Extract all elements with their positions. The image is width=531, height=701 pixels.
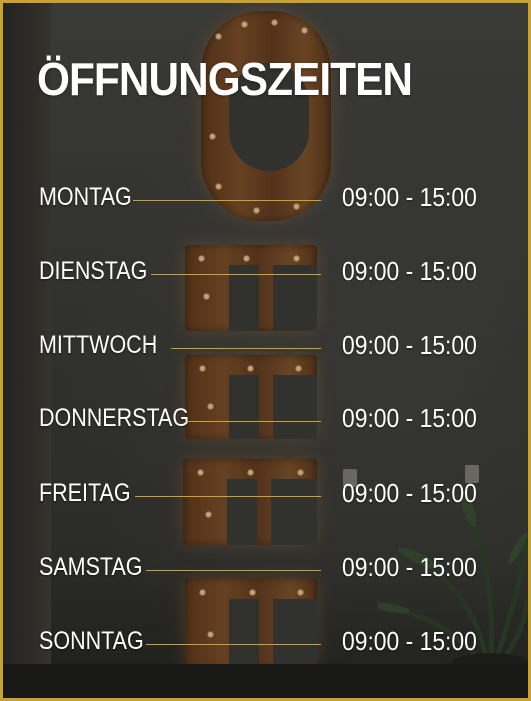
hours-value: 09:00 - 15:00 (342, 552, 477, 582)
leader-line (151, 274, 321, 275)
leader-line (146, 644, 321, 645)
hours-value: 09:00 - 15:00 (342, 403, 477, 433)
leader-line (135, 496, 321, 497)
schedule-row-tuesday: DIENSTAG 09:00 - 15:00 (3, 253, 528, 289)
schedule-row-sunday: SONNTAG 09:00 - 15:00 (3, 623, 528, 659)
schedule-row-saturday: SAMSTAG 09:00 - 15:00 (3, 549, 528, 585)
day-label: DONNERSTAG (39, 404, 190, 432)
hours-value: 09:00 - 15:00 (342, 330, 477, 360)
leader-line (187, 421, 321, 422)
leader-line (133, 200, 321, 201)
day-label: SONNTAG (39, 627, 144, 655)
hours-value: 09:00 - 15:00 (342, 182, 477, 212)
leader-line (171, 348, 321, 349)
day-label: MONTAG (39, 183, 132, 211)
hours-value: 09:00 - 15:00 (342, 626, 477, 656)
schedule-row-monday: MONTAG 09:00 - 15:00 (3, 179, 528, 215)
opening-hours-card: ÖFFNUNGSZEITEN MONTAG 09:00 - 15:00 DIEN… (0, 0, 531, 701)
hours-value: 09:00 - 15:00 (342, 256, 477, 286)
day-label: MITTWOCH (39, 331, 158, 359)
day-label: DIENSTAG (39, 257, 148, 285)
page-title: ÖFFNUNGSZEITEN (37, 53, 413, 105)
schedule-row-friday: FREITAG 09:00 - 15:00 (3, 475, 528, 511)
schedule-row-thursday: DONNERSTAG 09:00 - 15:00 (3, 400, 528, 436)
schedule-row-wednesday: MITTWOCH 09:00 - 15:00 (3, 327, 528, 363)
leader-line (146, 570, 321, 571)
day-label: FREITAG (39, 479, 131, 507)
hours-value: 09:00 - 15:00 (342, 478, 477, 508)
day-label: SAMSTAG (39, 553, 143, 581)
